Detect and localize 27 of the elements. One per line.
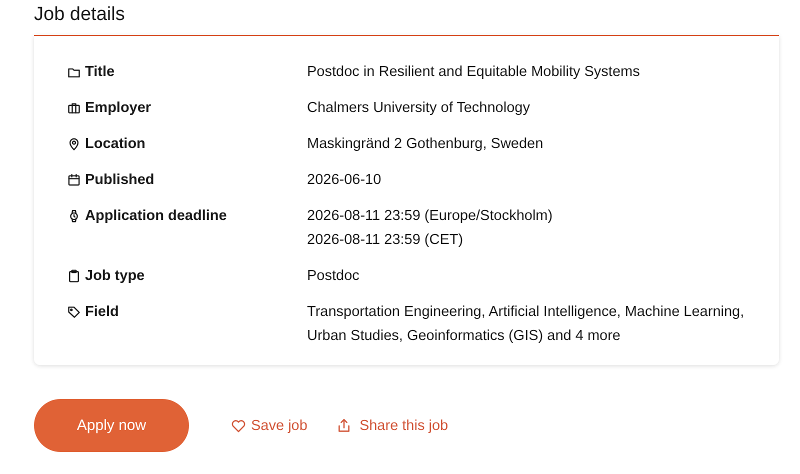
apply-button[interactable]: Apply now [34, 399, 189, 452]
share-icon [337, 418, 352, 433]
detail-label: Published [85, 171, 154, 190]
save-job-link[interactable]: Save job [231, 418, 308, 434]
heart-icon [231, 418, 246, 432]
clipboard-icon [67, 269, 81, 283]
briefcase-icon [67, 101, 81, 115]
tag-icon [67, 305, 81, 319]
detail-value: 2026-08-11 23:59 (CET) [307, 231, 464, 250]
watch-icon [67, 209, 81, 223]
detail-value: Maskingränd 2 Gothenburg, Sweden [307, 135, 544, 154]
detail-value: Chalmers University of Technology [307, 99, 531, 118]
detail-label: Application deadline [85, 207, 227, 226]
detail-value: 2026-06-10 [307, 171, 382, 190]
detail-label: Location [85, 135, 146, 154]
detail-label: Title [85, 63, 115, 82]
location-pin-icon [67, 137, 81, 151]
detail-value: Postdoc [307, 267, 360, 286]
detail-label: Employer [85, 99, 152, 118]
detail-label: Job type [85, 267, 145, 286]
calendar-icon [67, 173, 81, 187]
detail-value: 2026-08-11 23:59 (Europe/Stockholm) [307, 207, 554, 226]
detail-label: Field [85, 303, 119, 322]
section-heading: Job details [34, 3, 126, 27]
share-job-link[interactable]: Share this job [337, 418, 448, 434]
detail-value: Transportation Engineering, Artificial Intelligence, Machine Learning, Urban Studies, Geoinformatics (GIS) and 4 more [307, 303, 746, 346]
detail-value: Postdoc in Resilient and Equitable Mobility Systems [307, 63, 641, 82]
